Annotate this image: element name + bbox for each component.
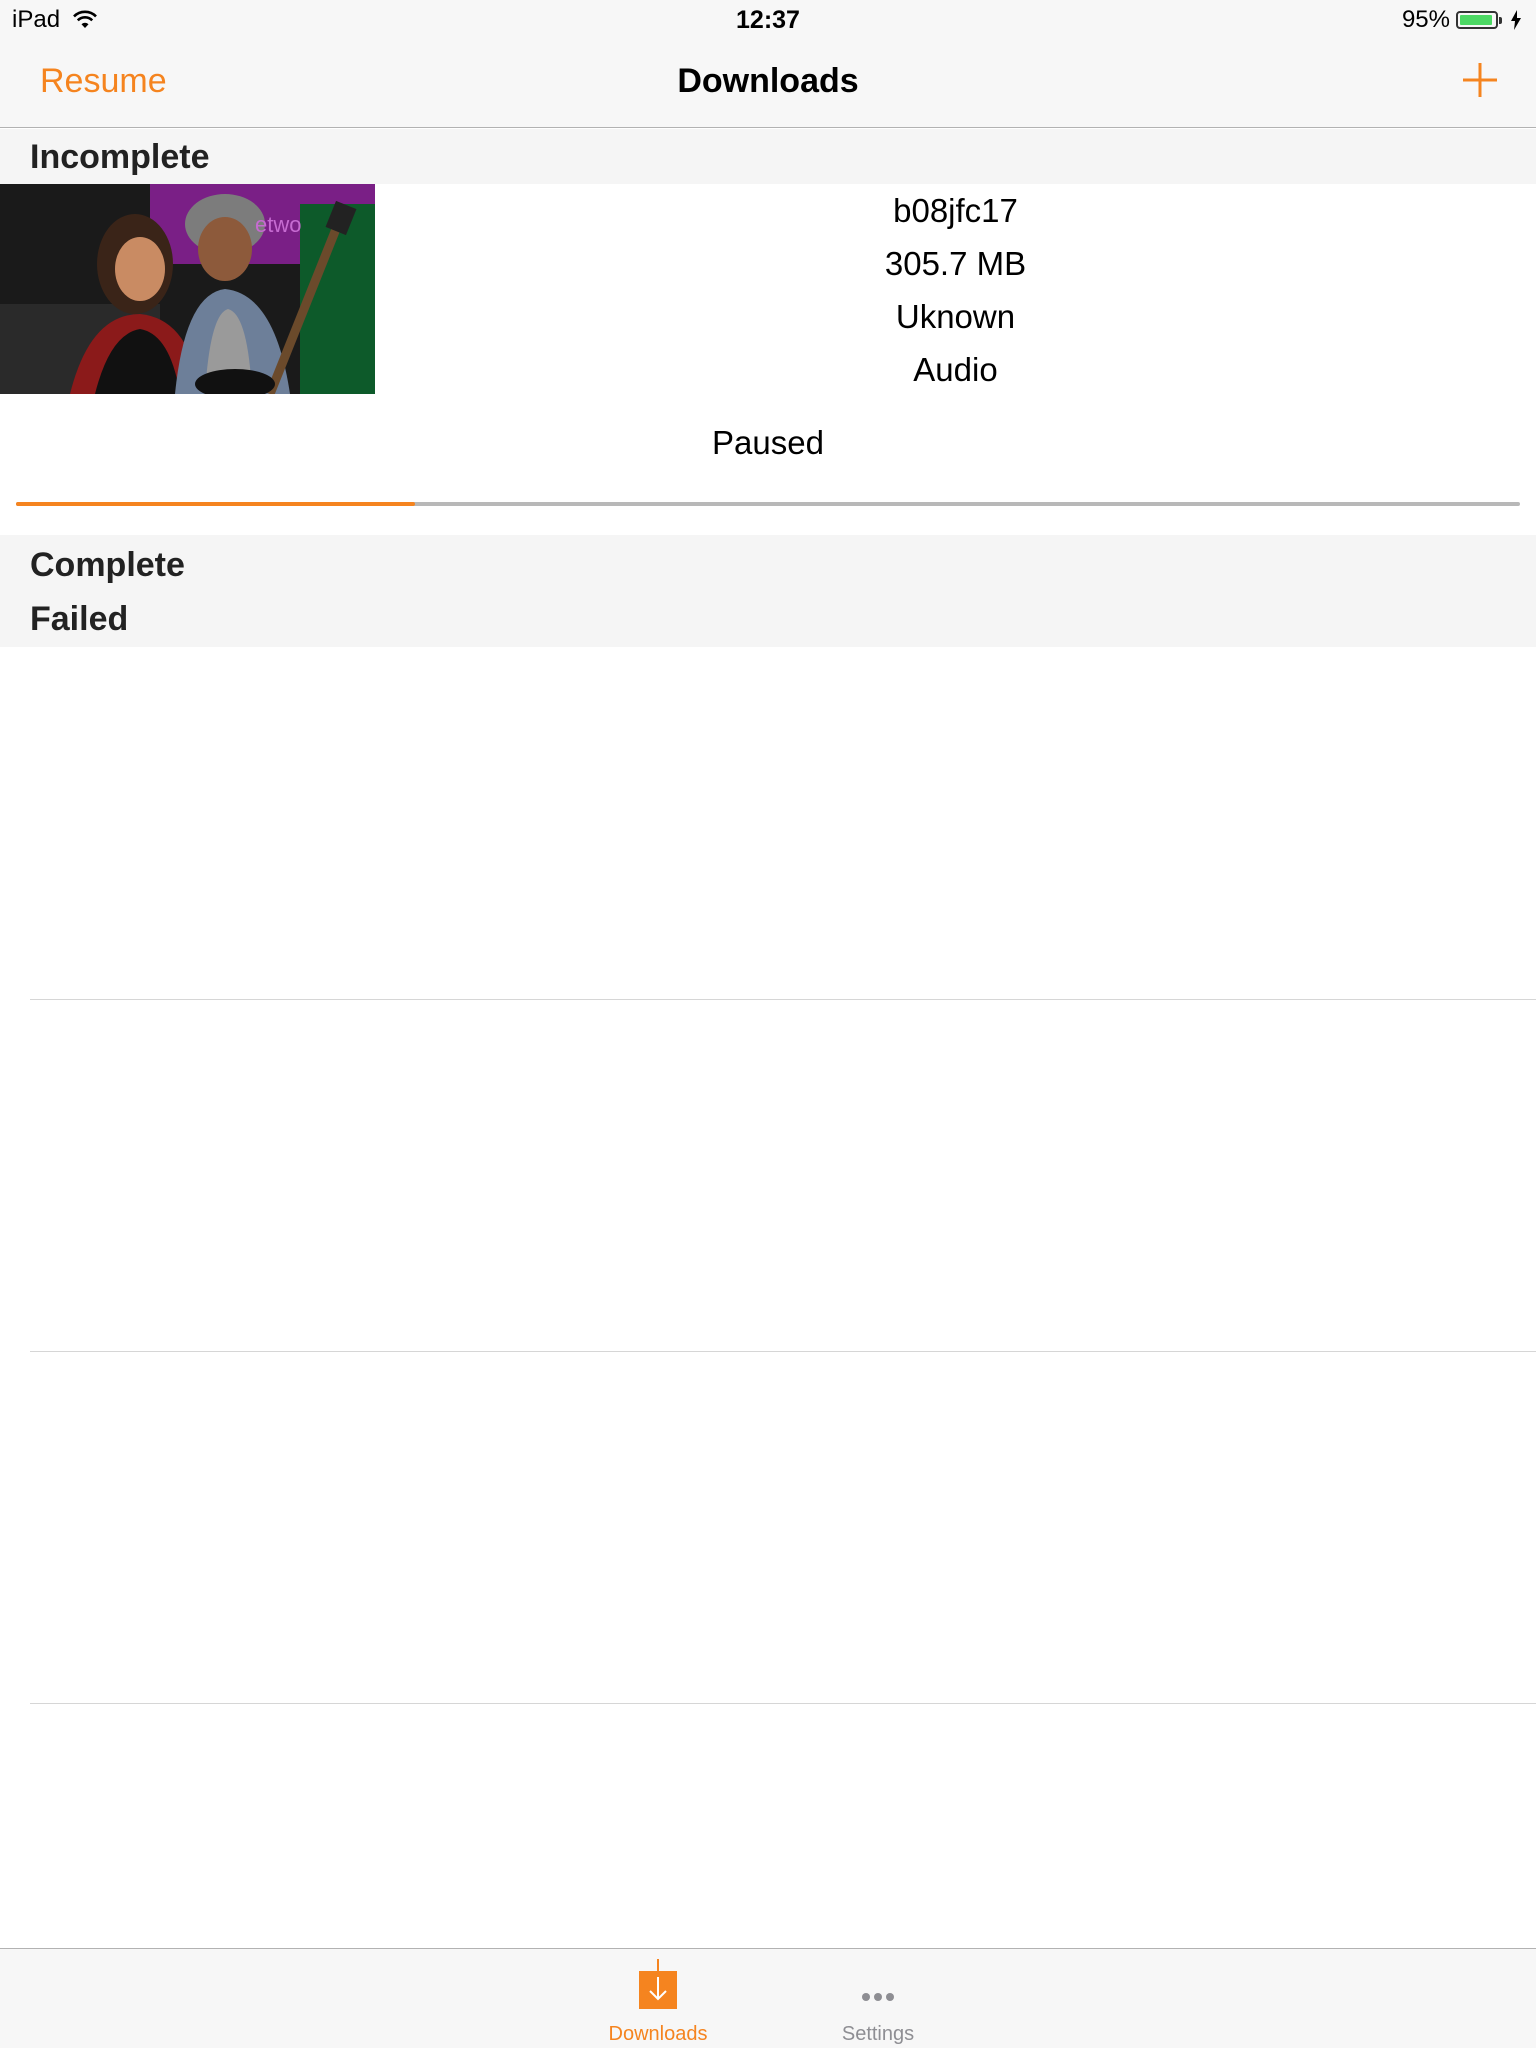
- row-separator: [30, 1351, 1536, 1352]
- download-details: b08jfc17 305.7 MB Uknown Audio: [375, 184, 1536, 396]
- downloads-screen: iPad 12:37 95% Resume Downloads Incomple…: [0, 0, 1536, 2048]
- section-title: Incomplete: [30, 138, 210, 176]
- row-separator: [30, 1703, 1536, 1704]
- section-header-complete: Complete: [0, 535, 1536, 592]
- download-name: b08jfc17: [893, 192, 1018, 229]
- plus-icon: [1463, 63, 1497, 97]
- status-time: 12:37: [736, 6, 800, 34]
- tab-label: Settings: [841, 2023, 915, 2045]
- battery-level: [1460, 15, 1493, 25]
- download-type: Audio: [913, 351, 998, 388]
- progress-fill: [16, 502, 415, 506]
- section-title: Failed: [30, 600, 129, 638]
- charging-bolt-icon: [1511, 10, 1521, 30]
- download-duration: Uknown: [895, 298, 1016, 335]
- download-arrow-icon: [639, 1959, 677, 2009]
- status-right: 95%: [1402, 6, 1522, 34]
- section-header-incomplete: Incomplete: [0, 129, 1536, 184]
- thumbnail-image: etwo: [0, 184, 375, 394]
- page-title: Downloads: [677, 62, 859, 100]
- status-bar: iPad 12:37 95%: [0, 0, 1536, 40]
- section-title: Complete: [30, 546, 185, 584]
- navigation-bar: Resume Downloads: [0, 40, 1536, 128]
- add-download-button[interactable]: [1460, 60, 1500, 100]
- tab-downloads[interactable]: Downloads: [583, 1959, 733, 2046]
- battery-icon: [1456, 11, 1502, 29]
- tab-settings[interactable]: Settings: [803, 1959, 953, 2046]
- download-size: 305.7 MB: [884, 245, 1027, 282]
- battery-percent: 95%: [1401, 6, 1450, 33]
- row-separator: [30, 999, 1536, 1000]
- section-header-failed: Failed: [0, 592, 1536, 647]
- svg-text:etwo: etwo: [255, 212, 301, 237]
- download-status: Paused: [712, 424, 824, 461]
- download-cell[interactable]: etwo b08jfc17 305.7 MB Uknown Audio Paus…: [0, 184, 1536, 534]
- more-dots-icon: [862, 1993, 894, 2001]
- tab-label: Downloads: [608, 2023, 708, 2045]
- progress-bar: [16, 502, 1520, 506]
- tab-bar: Downloads Settings: [0, 1948, 1536, 2048]
